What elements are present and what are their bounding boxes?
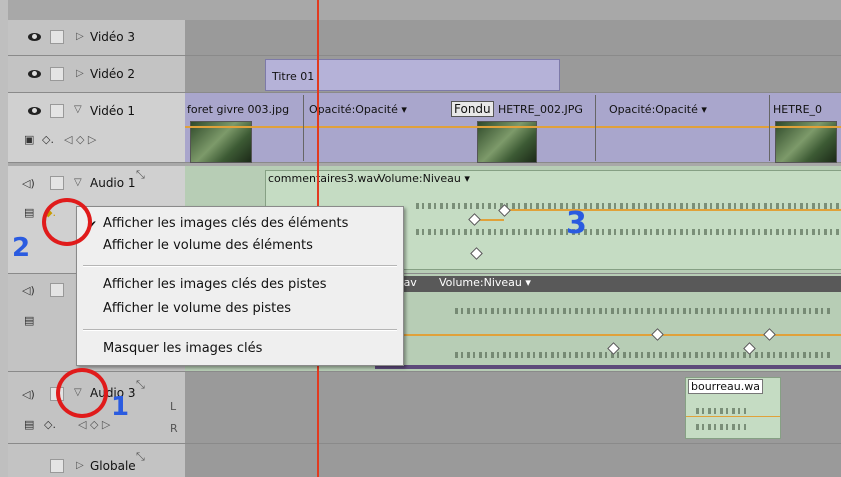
track-header-video1[interactable]: ▽ Vidéo 1 ▣ ◇. ◁ ◇ ▷ (8, 93, 185, 163)
track-header-video3[interactable]: ▷ Vidéo 3 (8, 20, 185, 56)
speaker-icon[interactable]: ◁) (22, 284, 35, 297)
clip-label: Titre 01 (272, 70, 315, 83)
clip-fx-label[interactable]: Opacité:Opacité ▾ (309, 103, 407, 116)
keyframe-marker[interactable] (651, 328, 664, 341)
opacity-line[interactable] (185, 126, 841, 128)
menu-item-hide-keyframes[interactable]: Masquer les images clés (103, 341, 262, 356)
lock-toggle[interactable] (50, 283, 64, 297)
right-channel-label: R (170, 422, 178, 435)
resize-icon: ⤡ (136, 378, 145, 391)
track-name: Vidéo 1 (90, 104, 136, 118)
lock-toggle[interactable] (50, 30, 64, 44)
expand-triangle-icon[interactable]: ▷ (76, 68, 84, 79)
annotation-number-2: 2 (12, 233, 31, 263)
track-lane-globale[interactable] (185, 444, 841, 477)
clip-fx-label[interactable]: Opacité:Opacité ▾ (609, 103, 707, 116)
clip-label: bourreau.wa (688, 379, 764, 394)
clip-fx-label[interactable]: Volume:Niveau ▾ (378, 172, 470, 185)
keyframe-nav-icon[interactable]: ◁ ◇ ▷ (78, 418, 110, 431)
resize-icon: ⤡ (136, 168, 145, 181)
keyframe-marker[interactable] (763, 328, 776, 341)
display-style-icon[interactable]: ▣ (24, 133, 34, 146)
clip-label: commentaires3.wav (268, 172, 380, 185)
speaker-icon[interactable]: ◁) (22, 388, 35, 401)
menu-item-show-clip-keyframes[interactable]: Afficher les images clés des éléments (103, 216, 348, 231)
clip-label: HETRE_002.JPG (498, 103, 583, 116)
keyframe-menu-icon[interactable]: ◇. (44, 418, 56, 431)
display-style-icon[interactable]: ▤ (24, 206, 34, 219)
keyframe-marker[interactable] (468, 213, 481, 226)
audio-clip[interactable]: bourreau.wa (685, 377, 781, 439)
clip-fx-label[interactable]: Volume:Niveau ▾ (439, 276, 531, 289)
display-style-icon[interactable]: ▤ (24, 314, 34, 327)
left-channel-label: L (170, 400, 177, 413)
annotation-number-3: 3 (566, 206, 587, 241)
lock-toggle[interactable] (50, 104, 64, 118)
title-clip[interactable]: Titre 01 (265, 59, 560, 91)
eye-icon[interactable] (26, 105, 43, 117)
transition-fondu[interactable]: Fondu (451, 101, 494, 117)
lock-toggle[interactable] (50, 67, 64, 81)
track-name: Audio 1 (90, 176, 136, 190)
eye-icon[interactable] (26, 68, 43, 80)
expand-triangle-icon[interactable]: ▷ (76, 31, 84, 42)
keyframe-marker[interactable] (470, 247, 483, 260)
lock-toggle[interactable] (50, 176, 64, 190)
track-name: Vidéo 2 (90, 67, 136, 81)
menu-separator (83, 265, 397, 267)
track-name: Vidéo 3 (90, 30, 136, 44)
track-header-video2[interactable]: ▷ Vidéo 2 (8, 56, 185, 93)
expand-triangle-icon[interactable]: ▷ (76, 460, 84, 471)
eye-icon[interactable] (26, 31, 43, 43)
clip-label: HETRE_0 (773, 103, 823, 116)
collapse-triangle-icon[interactable]: ▽ (74, 104, 82, 115)
lock-toggle[interactable] (50, 459, 64, 473)
keyframe-context-menu: ✔ Afficher les images clés des éléments … (76, 206, 404, 366)
annotation-circle (42, 198, 92, 246)
keyframe-nav-icon[interactable]: ◁ ◇ ▷ (64, 133, 96, 146)
menu-item-show-track-volume[interactable]: Afficher le volume des pistes (103, 301, 291, 316)
keyframe-menu-icon[interactable]: ◇. (42, 133, 54, 146)
resize-icon: ⤡ (136, 450, 145, 463)
annotation-circle (56, 368, 108, 418)
track-lane-audio3[interactable]: bourreau.wa (185, 372, 841, 444)
menu-separator (83, 329, 397, 331)
track-header-globale[interactable]: ▷ Globale ⤡ (8, 444, 185, 477)
track-lane-video2[interactable]: Titre 01 (185, 56, 841, 93)
annotation-number-1: 1 (111, 392, 130, 422)
track-lane-video1[interactable]: foret givre 003.jpg Opacité:Opacité ▾ Fo… (185, 93, 841, 163)
display-style-icon[interactable]: ▤ (24, 418, 34, 431)
track-lane-video3[interactable] (185, 20, 841, 56)
menu-item-show-track-keyframes[interactable]: Afficher les images clés des pistes (103, 277, 327, 292)
track-name: Globale (90, 459, 136, 473)
collapse-triangle-icon[interactable]: ▽ (74, 177, 82, 188)
speaker-icon[interactable]: ◁) (22, 177, 35, 190)
volume-line[interactable] (504, 209, 841, 211)
clip-label: foret givre 003.jpg (187, 103, 290, 116)
menu-item-show-clip-volume[interactable]: Afficher le volume des éléments (103, 238, 313, 253)
